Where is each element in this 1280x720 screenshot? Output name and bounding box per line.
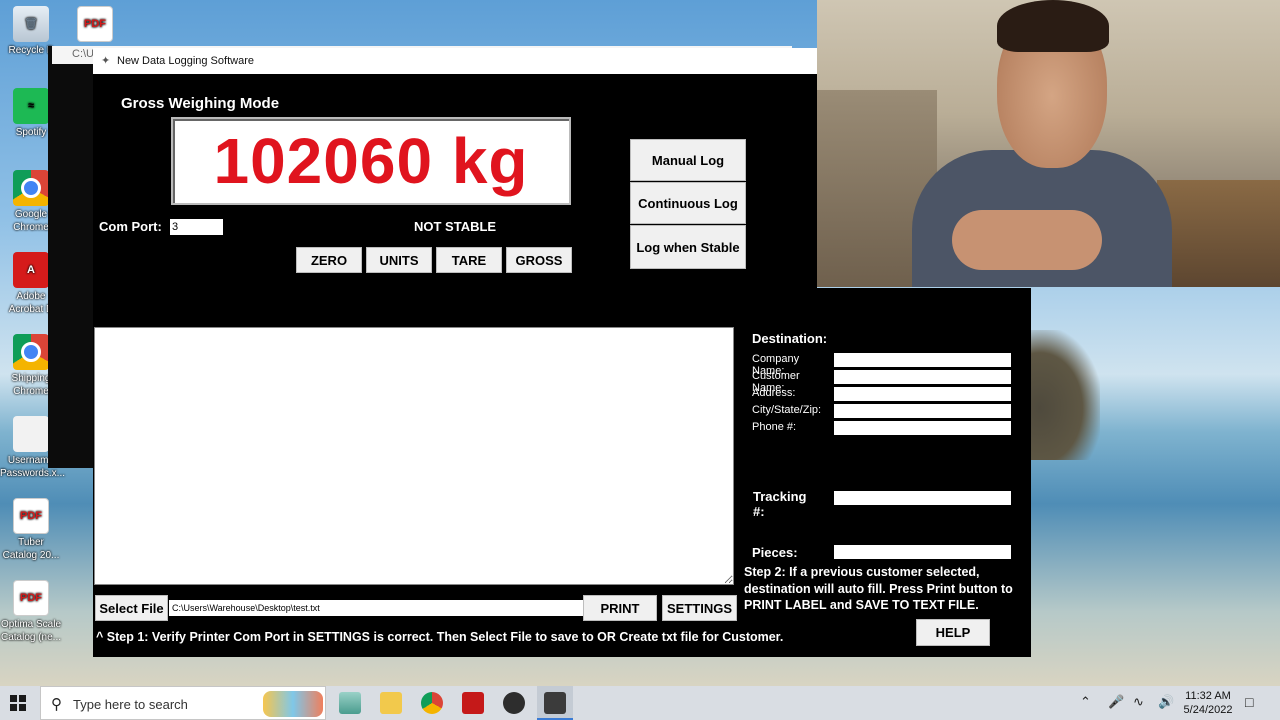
com-port-input[interactable]: [170, 219, 223, 235]
taskbar-python-app-icon[interactable]: [544, 692, 566, 714]
file-path-input[interactable]: [169, 600, 583, 616]
weight-value: 102060 kg: [213, 125, 529, 197]
file-icon: [13, 416, 49, 452]
desktop-icon-optima-catalog[interactable]: PDF Optima Scale Catalog (ne...: [0, 580, 62, 644]
help-button[interactable]: HELP: [916, 619, 990, 646]
feather-icon: ✦: [101, 55, 111, 67]
zero-button[interactable]: ZERO: [296, 247, 362, 273]
manual-log-button[interactable]: Manual Log: [630, 139, 746, 181]
units-button[interactable]: UNITS: [366, 247, 432, 273]
window-title: New Data Logging Software: [117, 55, 254, 67]
weight-display: 102060 kg: [171, 117, 571, 205]
stability-status: NOT STABLE: [414, 219, 497, 234]
recycle-bin-icon: 🗑: [13, 6, 49, 42]
webcam-hand: [952, 210, 1102, 270]
desktop-icon-label: Optima Scale Catalog (ne...: [0, 619, 62, 643]
select-file-button[interactable]: Select File: [95, 595, 168, 621]
continuous-log-button[interactable]: Continuous Log: [630, 182, 746, 224]
microphone-icon[interactable]: 🎤: [1108, 694, 1124, 710]
notification-icon[interactable]: □: [1245, 694, 1253, 710]
clock-time: 11:32 AM: [1185, 690, 1231, 702]
chevron-up-icon[interactable]: ⌃: [1080, 694, 1091, 710]
chrome-icon: [13, 334, 49, 370]
taskbar-acrobat-icon[interactable]: [462, 692, 484, 714]
chrome-icon: [13, 170, 49, 206]
address-input[interactable]: [834, 387, 1011, 401]
customer-name-input[interactable]: [834, 370, 1011, 384]
windows-start-icon[interactable]: [10, 695, 26, 711]
pieces-label: Pieces:: [752, 545, 798, 560]
step1-instructions: ^ Step 1: Verify Printer Com Port in SET…: [96, 630, 784, 644]
clock-date: 5/24/2022: [1183, 704, 1233, 716]
log-textarea[interactable]: [94, 327, 734, 585]
desktop-icon-pdf[interactable]: PDF: [64, 6, 126, 44]
webcam-overlay: [817, 0, 1280, 287]
destination-title: Destination:: [752, 331, 828, 346]
step2-instructions: Step 2: If a previous customer selected,…: [744, 565, 1013, 612]
com-port-label: Com Port:: [99, 219, 162, 234]
webcam-person: [912, 0, 1172, 287]
webcam-boxes: [1157, 180, 1280, 287]
city-state-zip-input[interactable]: [834, 404, 1011, 418]
taskbar-chrome-icon[interactable]: [421, 692, 443, 714]
log-when-stable-button[interactable]: Log when Stable: [630, 225, 746, 269]
window-titlebar[interactable]: ✦ New Data Logging Software: [93, 48, 817, 74]
taskbar-notepad-icon[interactable]: [339, 692, 361, 714]
tracking-label: Tracking #:: [753, 489, 807, 519]
pdf-icon: PDF: [77, 6, 113, 42]
taskbar-obs-icon[interactable]: [503, 692, 525, 714]
taskbar-search[interactable]: ⚲ Type here to search: [40, 686, 326, 720]
phone-input[interactable]: [834, 421, 1011, 435]
pdf-icon: PDF: [13, 498, 49, 534]
desktop-icon-label: Tuber Catalog 20...: [2, 537, 60, 561]
pdf-icon: PDF: [13, 580, 49, 616]
volume-icon[interactable]: 🔊: [1158, 694, 1174, 710]
taskbar-clock[interactable]: 11:32 AM 5/24/2022: [1180, 689, 1236, 717]
gross-button[interactable]: GROSS: [506, 247, 572, 273]
webcam-hair: [997, 0, 1109, 52]
data-logging-window: ✦ New Data Logging Software Gross Weighi…: [93, 48, 1031, 657]
spotify-icon: ≈: [13, 88, 49, 124]
search-highlight-art: [263, 691, 323, 717]
weighing-mode-label: Gross Weighing Mode: [121, 95, 280, 112]
company-name-input[interactable]: [834, 353, 1011, 367]
phone-label: Phone #:: [752, 421, 797, 433]
taskbar-file-explorer-icon[interactable]: [380, 692, 402, 714]
tare-button[interactable]: TARE: [436, 247, 502, 273]
print-button[interactable]: PRINT: [583, 595, 657, 621]
search-placeholder: Type here to search: [73, 697, 188, 712]
taskbar: ⚲ Type here to search ⌃ 🎤 ∿ 🔊 11:32 AM 5…: [0, 686, 1280, 720]
address-label: Address:: [752, 387, 796, 399]
tracking-input[interactable]: [834, 491, 1011, 505]
desktop-icon-tuber-catalog[interactable]: PDF Tuber Catalog 20...: [0, 498, 62, 562]
wifi-icon[interactable]: ∿: [1133, 694, 1144, 710]
settings-button[interactable]: SETTINGS: [662, 595, 737, 621]
search-icon: ⚲: [51, 696, 62, 713]
city-state-zip-label: City/State/Zip:: [752, 404, 822, 416]
acrobat-icon: A: [13, 252, 49, 288]
pieces-input[interactable]: [834, 545, 1011, 559]
